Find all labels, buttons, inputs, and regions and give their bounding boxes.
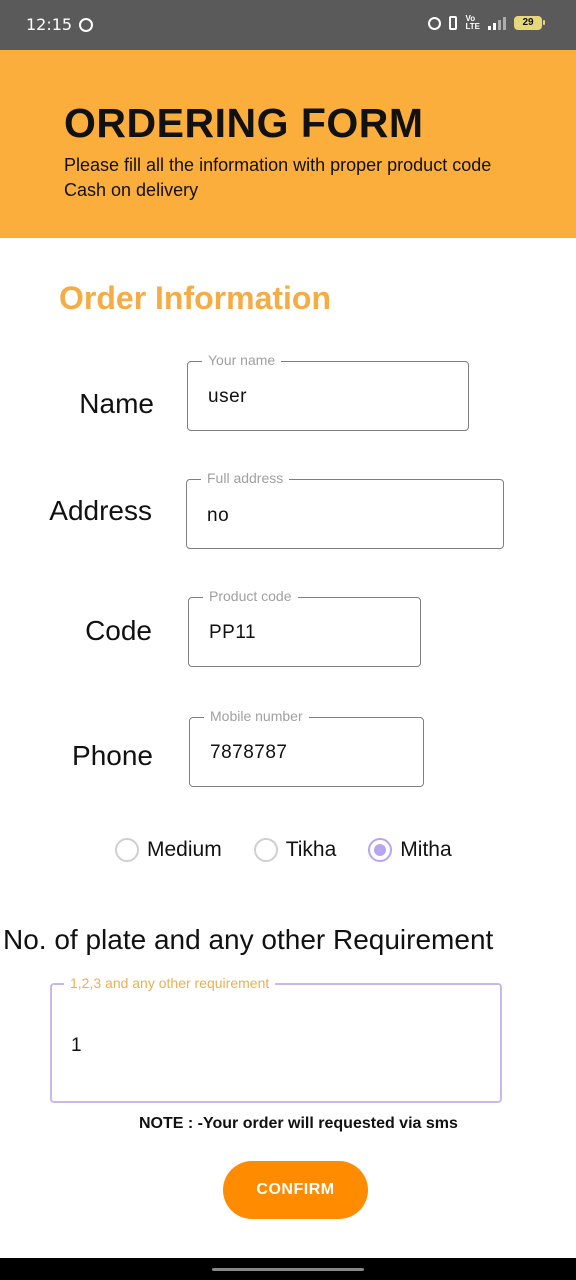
phone-input[interactable]: Mobile number 7878787 [189, 708, 424, 787]
battery-icon: 29 [514, 16, 545, 30]
navigation-bar [0, 1258, 576, 1280]
sms-note: NOTE : -Your order will requested via sm… [139, 1115, 458, 1132]
form-header: ORDERING FORM Please fill all the inform… [0, 50, 576, 238]
code-label: Code [85, 615, 152, 646]
product-code-input[interactable]: Product code PP11 [188, 588, 421, 667]
lte-icon: Vo LTE [465, 14, 480, 31]
home-gesture-handle[interactable] [212, 1268, 364, 1271]
requirement-title: No. of plate and any other Requirement [3, 924, 494, 955]
name-input[interactable]: Your name user [187, 352, 469, 431]
status-time: 12:15 [26, 15, 73, 34]
name-input-hint: Your name [202, 352, 282, 368]
product-code-value: PP11 [209, 622, 257, 643]
radio-circle [253, 838, 278, 862]
phone-input-value: 7878787 [210, 742, 288, 763]
radio-mitha[interactable]: Mitha [368, 838, 452, 862]
header-subtitle: Please fill all the information with pro… [64, 155, 492, 175]
page-title: ORDERING FORM [64, 100, 424, 146]
signal-icon [488, 16, 506, 30]
radio-circle-selected [368, 838, 393, 862]
requirement-input-hint: 1,2,3 and any other requirement [64, 975, 276, 991]
address-label: Address [49, 495, 152, 526]
radio-medium[interactable]: Medium [115, 838, 222, 862]
status-bar: 12:15 Vo LTE 29 [0, 0, 576, 50]
name-label: Name [79, 388, 154, 419]
radio-tikha[interactable]: Tikha [253, 838, 337, 862]
requirement-input-value: 1 [71, 1035, 82, 1056]
address-input[interactable]: Full address no [186, 470, 504, 549]
radio-label: Tikha [285, 838, 337, 861]
phone-input-hint: Mobile number [204, 708, 309, 724]
taste-radio-group: Medium Tikha Mitha [115, 838, 484, 862]
section-title: Order Information [59, 280, 332, 316]
name-input-value: user [208, 386, 247, 407]
header-subtitle-payment: Cash on delivery [64, 180, 199, 200]
address-input-hint: Full address [201, 470, 290, 486]
status-icons: Vo LTE 29 [428, 14, 545, 31]
whatsapp-icon [79, 18, 93, 32]
product-code-hint: Product code [203, 588, 298, 604]
requirement-input[interactable]: 1,2,3 and any other requirement 1 [50, 975, 502, 1103]
address-input-value: no [207, 505, 230, 526]
alarm-icon [428, 16, 442, 30]
phone-label: Phone [72, 740, 153, 771]
radio-label: Medium [147, 838, 222, 861]
confirm-button[interactable]: CONFIRM [223, 1161, 368, 1219]
radio-circle [115, 838, 139, 862]
radio-label: Mitha [400, 838, 452, 861]
vibrate-icon [449, 16, 458, 30]
